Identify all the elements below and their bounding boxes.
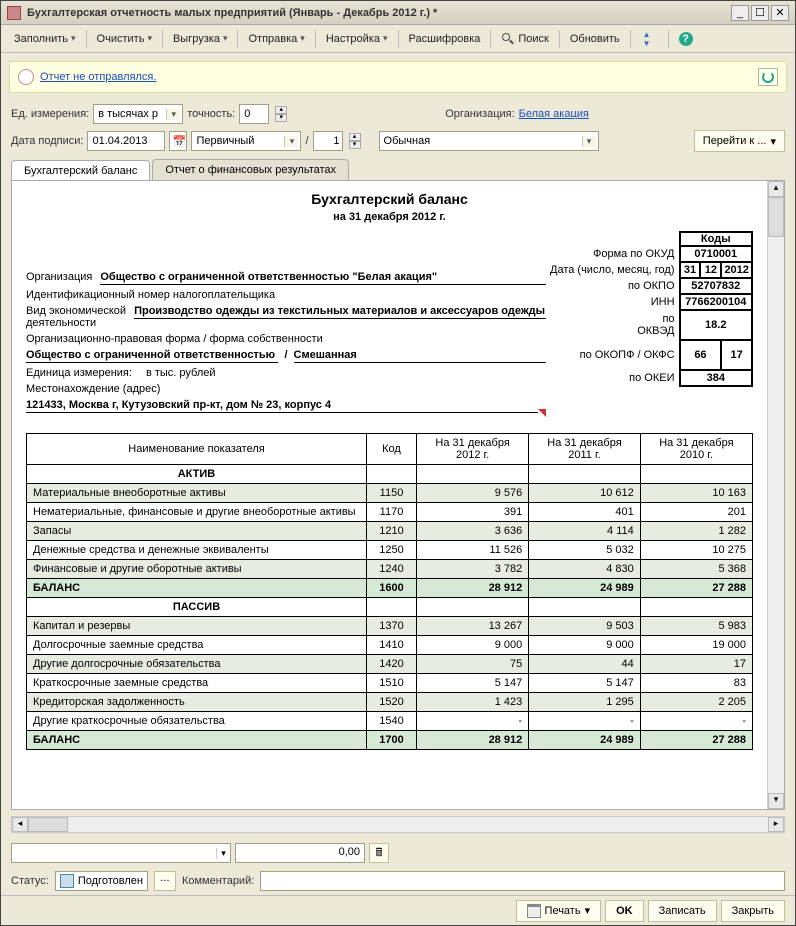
type-select[interactable]: Обычная▾ — [379, 131, 599, 151]
close-footer-button[interactable]: Закрыть — [721, 900, 785, 922]
expand-icon — [641, 32, 655, 46]
toolbar: Заполнить▾ Очистить▾ Выгрузка▾ Отправка▾… — [1, 25, 795, 53]
print-button[interactable]: Печать▾ — [516, 900, 602, 922]
document-area: Бухгалтерский баланс на 31 декабря 2012 … — [11, 180, 785, 810]
notice-bar: Отчет не отправлялся. — [9, 61, 787, 93]
status-value: Подготовлен — [55, 871, 148, 891]
table-row[interactable]: Финансовые и другие оборотные активы1240… — [27, 560, 753, 579]
corr-no-spinner[interactable]: ▴▾ — [349, 133, 361, 149]
tabs: Бухгалтерский баланс Отчет о финансовых … — [1, 159, 795, 180]
decode-button[interactable]: Расшифровка — [402, 28, 488, 50]
codes-table: Коды Форма по ОКУД0710001 Дата (число, м… — [546, 231, 753, 387]
goto-button[interactable]: Перейти к ...▾ — [694, 130, 785, 152]
help-icon: ? — [679, 32, 693, 46]
table-row[interactable]: Кредиторская задолженность15201 4231 295… — [27, 693, 753, 712]
calendar-button[interactable]: 📅 — [169, 131, 187, 151]
table-row[interactable]: Нематериальные, финансовые и другие внео… — [27, 503, 753, 522]
maximize-button[interactable]: ☐ — [751, 5, 769, 21]
tab-results[interactable]: Отчет о финансовых результатах — [152, 159, 349, 180]
notice-refresh-button[interactable] — [758, 68, 778, 86]
precision-field[interactable]: 0 — [239, 104, 269, 124]
precision-spinner[interactable]: ▴▾ — [275, 106, 287, 122]
vertical-scrollbar[interactable]: ▴ ▾ — [767, 181, 784, 809]
expand-collapse-button[interactable] — [634, 28, 665, 50]
sign-date-field[interactable]: 01.04.2013 — [87, 131, 165, 151]
precision-label: точность: — [187, 108, 235, 120]
scroll-down-button[interactable]: ▾ — [768, 793, 784, 809]
table-row[interactable]: Другие долгосрочные обязательства1420754… — [27, 655, 753, 674]
search-icon — [501, 32, 515, 46]
export-button[interactable]: Выгрузка▾ — [166, 28, 235, 50]
scroll-thumb[interactable] — [768, 197, 784, 237]
app-icon — [7, 6, 21, 20]
app-window: Бухгалтерская отчетность малых предприят… — [0, 0, 796, 926]
cell-name-field[interactable]: ▾ — [11, 843, 231, 863]
org-label: Организация: — [445, 108, 514, 120]
table-row[interactable]: БАЛАНС170028 91224 98927 288 — [27, 731, 753, 750]
params-row-2: Дата подписи: 01.04.2013 📅 Первичный▾ / … — [1, 127, 795, 155]
minimize-button[interactable]: _ — [731, 5, 749, 21]
table-row[interactable]: Запасы12103 6364 1141 282 — [27, 522, 753, 541]
notice-link[interactable]: Отчет не отправлялся. — [40, 71, 758, 83]
corner-marker-icon — [538, 409, 546, 417]
tab-balance[interactable]: Бухгалтерский баланс — [11, 160, 150, 181]
settings-button[interactable]: Настройка▾ — [319, 28, 395, 50]
close-button[interactable]: ✕ — [771, 5, 789, 21]
horizontal-scrollbar[interactable]: ◂ ▸ — [11, 816, 785, 833]
table-row[interactable]: Долгосрочные заемные средства14109 0009 … — [27, 636, 753, 655]
params-row-1: Ед. измерения: в тысячах р▾ точность: 0 … — [1, 101, 795, 127]
table-row[interactable]: Капитал и резервы137013 2679 5035 983 — [27, 617, 753, 636]
table-row[interactable]: Материальные внеоборотные активы11509 57… — [27, 484, 753, 503]
unit-select[interactable]: в тысячах р▾ — [93, 104, 183, 124]
unit-label: Ед. измерения: — [11, 108, 89, 120]
window-title: Бухгалтерская отчетность малых предприят… — [27, 7, 729, 19]
fill-button[interactable]: Заполнить▾ — [7, 28, 83, 50]
help-button[interactable]: ? — [672, 28, 703, 50]
send-button[interactable]: Отправка▾ — [241, 28, 311, 50]
cell-value-field[interactable]: 0,00 — [235, 843, 365, 863]
status-more-button[interactable]: ... — [154, 871, 176, 891]
document[interactable]: Бухгалтерский баланс на 31 декабря 2012 … — [12, 181, 767, 809]
table-row[interactable]: Краткосрочные заемные средства15105 1475… — [27, 674, 753, 693]
header-table: ОрганизацияОбщество с ограниченной ответ… — [26, 231, 753, 417]
scroll-up-button[interactable]: ▴ — [768, 181, 784, 197]
printer-icon — [527, 904, 541, 918]
notice-icon — [18, 69, 34, 85]
refresh-icon — [762, 71, 774, 83]
kind-select[interactable]: Первичный▾ — [191, 131, 301, 151]
hscroll-thumb[interactable] — [28, 817, 68, 832]
ok-button[interactable]: OK — [605, 900, 644, 922]
doc-subtitle: на 31 декабря 2012 г. — [26, 211, 753, 223]
org-link[interactable]: Белая акация — [519, 108, 589, 120]
scroll-right-button[interactable]: ▸ — [768, 817, 784, 832]
footer: Печать▾ OK Записать Закрыть — [1, 895, 795, 925]
status-label: Статус: — [11, 875, 49, 887]
refresh-button[interactable]: Обновить — [563, 28, 627, 50]
scroll-left-button[interactable]: ◂ — [12, 817, 28, 832]
formula-bar: ▾ 0,00 🖩 — [1, 839, 795, 867]
comment-input[interactable] — [260, 871, 785, 891]
table-row[interactable]: Другие краткосрочные обязательства1540--… — [27, 712, 753, 731]
table-row[interactable]: БАЛАНС160028 91224 98927 288 — [27, 579, 753, 598]
balance-table: Наименование показателя Код На 31 декабр… — [26, 433, 753, 750]
titlebar: Бухгалтерская отчетность малых предприят… — [1, 1, 795, 25]
search-button[interactable]: Поиск — [494, 28, 555, 50]
calculator-button[interactable]: 🖩 — [369, 843, 389, 863]
save-button[interactable]: Записать — [648, 900, 717, 922]
comment-label: Комментарий: — [182, 875, 254, 887]
sign-date-label: Дата подписи: — [11, 135, 83, 147]
status-icon — [60, 874, 74, 888]
table-row[interactable]: Денежные средства и денежные эквиваленты… — [27, 541, 753, 560]
clear-button[interactable]: Очистить▾ — [90, 28, 159, 50]
corr-no-field[interactable]: 1 — [313, 131, 343, 151]
status-row: Статус: Подготовлен ... Комментарий: — [1, 867, 795, 895]
doc-title: Бухгалтерский баланс — [26, 191, 753, 207]
